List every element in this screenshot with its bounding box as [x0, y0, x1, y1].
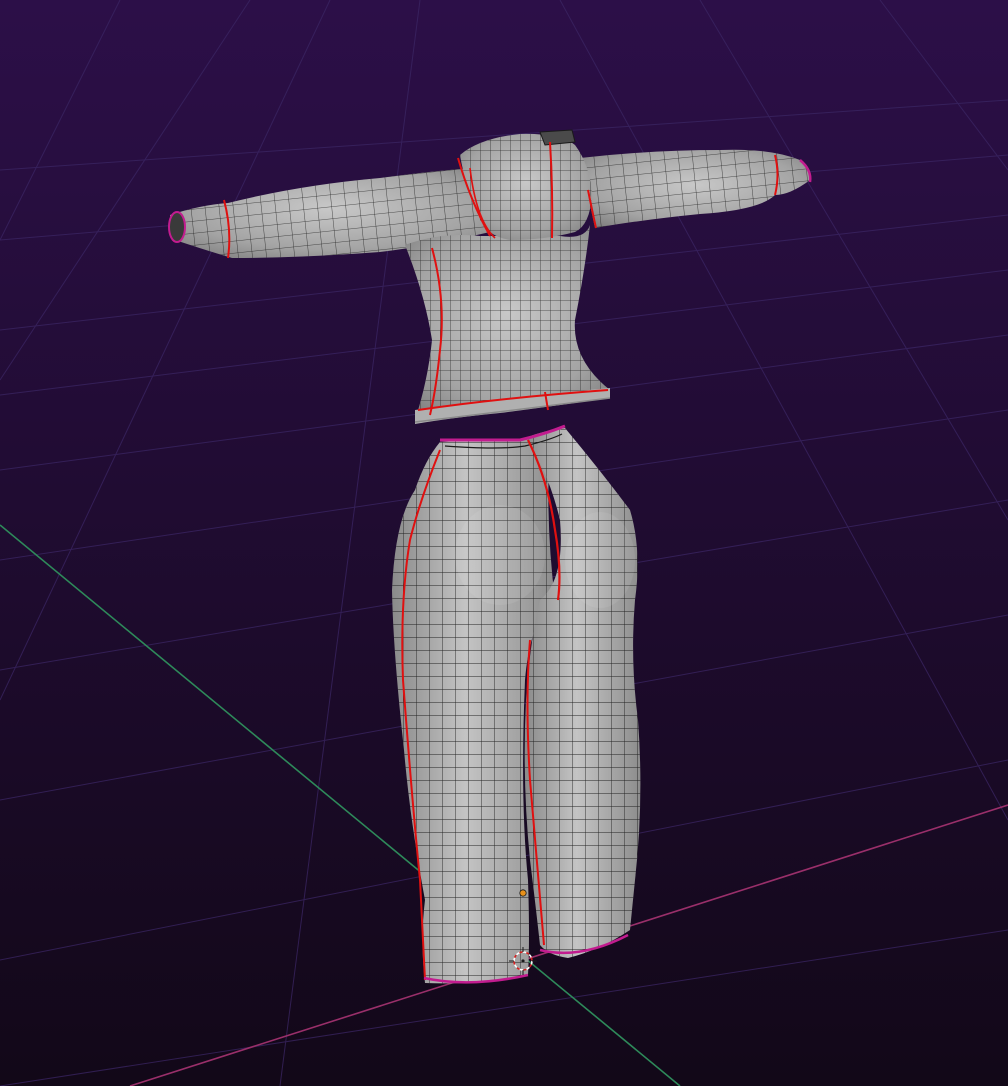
3d-viewport[interactable] [0, 0, 1008, 1086]
pants-mesh[interactable] [392, 424, 641, 984]
viewport-canvas[interactable] [0, 0, 1008, 1086]
left-cuff-opening [168, 211, 186, 243]
object-origin[interactable] [519, 889, 527, 897]
